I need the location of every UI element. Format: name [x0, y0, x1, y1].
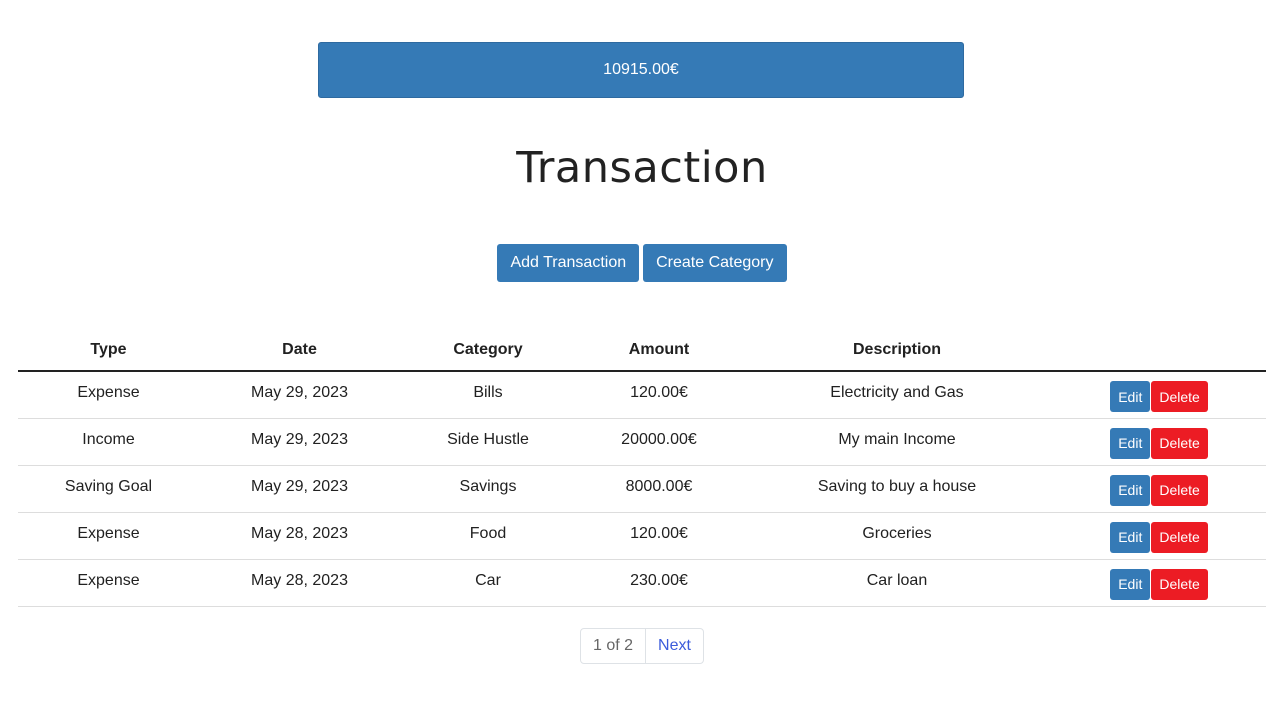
- table-row: Income May 29, 2023 Side Hustle 20000.00€ My…: [18, 418, 1266, 466]
- cell-description: Saving to buy a house: [742, 465, 1052, 513]
- edit-button[interactable]: Edit: [1110, 521, 1151, 553]
- cell-actions: Edit Delete: [1052, 512, 1266, 560]
- cell-actions: Edit Delete: [1052, 465, 1266, 513]
- cell-category: Car: [400, 559, 576, 607]
- balance-amount: 10915.00€: [603, 61, 679, 78]
- page-title: Transaction: [516, 143, 768, 193]
- cell-type: Expense: [18, 512, 199, 560]
- cell-actions: Edit Delete: [1052, 559, 1266, 607]
- header-actions: [1052, 330, 1266, 372]
- cell-type: Expense: [18, 371, 199, 419]
- edit-button[interactable]: Edit: [1110, 474, 1151, 506]
- cell-type: Saving Goal: [18, 465, 199, 513]
- cell-type: Expense: [18, 559, 199, 607]
- cell-actions: Edit Delete: [1052, 418, 1266, 466]
- edit-button[interactable]: Edit: [1110, 427, 1151, 459]
- page-info: 1 of 2: [581, 629, 647, 663]
- cell-category: Bills: [400, 371, 576, 419]
- table-row: Expense May 28, 2023 Food 120.00€ Groceries E…: [18, 512, 1266, 560]
- create-category-button[interactable]: Create Category: [643, 244, 787, 282]
- next-page-link[interactable]: Next: [646, 629, 703, 663]
- cell-description: Car loan: [742, 559, 1052, 607]
- cell-actions: Edit Delete: [1052, 371, 1266, 419]
- header-category: Category: [400, 330, 576, 372]
- cell-date: May 29, 2023: [199, 371, 400, 419]
- delete-button[interactable]: Delete: [1151, 521, 1208, 553]
- header-type: Type: [18, 330, 199, 372]
- delete-button[interactable]: Delete: [1151, 381, 1208, 412]
- cell-date: May 29, 2023: [199, 418, 400, 466]
- cell-date: May 28, 2023: [199, 559, 400, 607]
- table-row: Expense May 29, 2023 Bills 120.00€ Electrici…: [18, 371, 1266, 419]
- cell-category: Savings: [400, 465, 576, 513]
- cell-category: Food: [400, 512, 576, 560]
- table-header-row: Type Date Category Amount Description: [18, 330, 1266, 372]
- cell-amount: 8000.00€: [576, 465, 742, 513]
- edit-button[interactable]: Edit: [1110, 381, 1151, 412]
- cell-date: May 29, 2023: [199, 465, 400, 513]
- cell-amount: 230.00€: [576, 559, 742, 607]
- cell-amount: 120.00€: [576, 512, 742, 560]
- cell-type: Income: [18, 418, 199, 466]
- cell-category: Side Hustle: [400, 418, 576, 466]
- header-description: Description: [742, 330, 1052, 372]
- balance-banner: 10915.00€: [318, 42, 964, 98]
- cell-description: Electricity and Gas: [742, 371, 1052, 419]
- delete-button[interactable]: Delete: [1151, 568, 1208, 600]
- cell-description: Groceries: [742, 512, 1052, 560]
- add-transaction-button[interactable]: Add Transaction: [497, 244, 640, 282]
- pagination: 1 of 2 Next: [580, 628, 704, 664]
- cell-amount: 120.00€: [576, 371, 742, 419]
- edit-button[interactable]: Edit: [1110, 568, 1151, 600]
- cell-amount: 20000.00€: [576, 418, 742, 466]
- header-amount: Amount: [576, 330, 742, 372]
- cell-date: May 28, 2023: [199, 512, 400, 560]
- delete-button[interactable]: Delete: [1151, 474, 1208, 506]
- transactions-table: Type Date Category Amount Description Ex…: [18, 330, 1266, 607]
- table-row: Expense May 28, 2023 Car 230.00€ Car loan Edi…: [18, 559, 1266, 607]
- table-row: Saving Goal May 29, 2023 Savings 8000.00€ Sa…: [18, 465, 1266, 513]
- header-date: Date: [199, 330, 400, 372]
- action-bar: Add Transaction Create Category: [0, 244, 1284, 282]
- cell-description: My main Income: [742, 418, 1052, 466]
- delete-button[interactable]: Delete: [1151, 427, 1208, 459]
